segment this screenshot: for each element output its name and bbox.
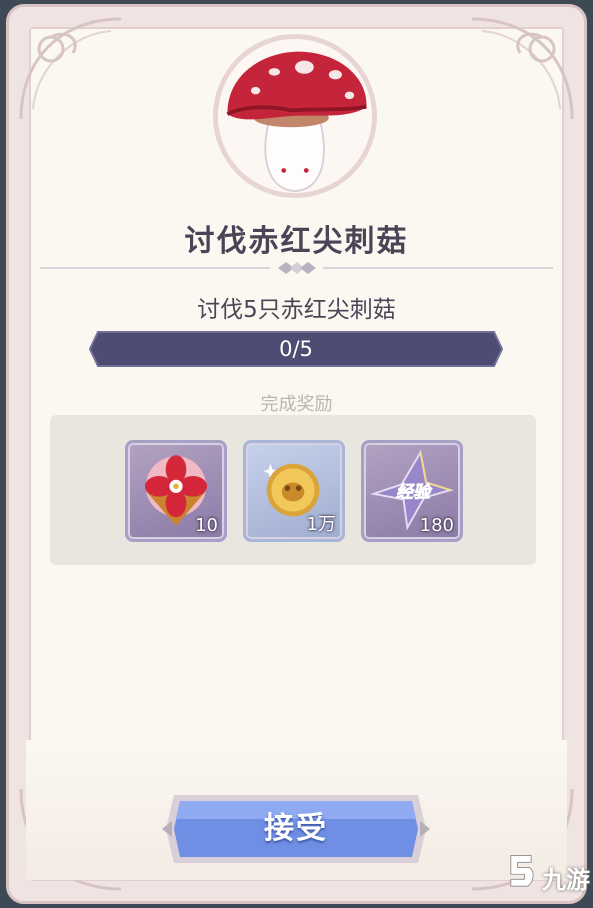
quest-title: 讨伐赤红尖刺菇 — [184, 224, 409, 259]
watermark-logo: 九游 — [500, 842, 590, 902]
watermark-text: 九游 — [542, 866, 590, 894]
reward-count: 10 — [195, 515, 218, 536]
progress-bar: 0/5 — [88, 330, 504, 368]
reward-count: 1万 — [306, 514, 336, 535]
red-mushroom-icon — [218, 39, 372, 193]
rewards-panel: 10 1万 经验 180 — [50, 415, 536, 565]
corner-ornament-top-right — [462, 9, 582, 129]
reward-item-gold-coin[interactable]: 1万 — [243, 440, 345, 542]
reward-item-experience[interactable]: 经验 180 — [361, 440, 463, 542]
quest-objective: 讨伐5只赤红尖刺菇 — [197, 297, 396, 323]
title-divider — [40, 262, 553, 274]
progress-text: 0/5 — [279, 337, 313, 361]
corner-ornament-top-left — [11, 9, 131, 129]
rewards-label: 完成奖励 — [260, 394, 333, 415]
reward-count: 180 — [419, 515, 454, 536]
accept-button[interactable]: 接受 — [160, 789, 432, 869]
accept-button-label: 接受 — [264, 811, 328, 846]
monster-portrait — [213, 34, 377, 198]
reward-item-flower-emblem[interactable]: 10 — [125, 440, 227, 542]
experience-icon-label: 经验 — [396, 482, 433, 502]
watermark-icon — [510, 855, 534, 887]
